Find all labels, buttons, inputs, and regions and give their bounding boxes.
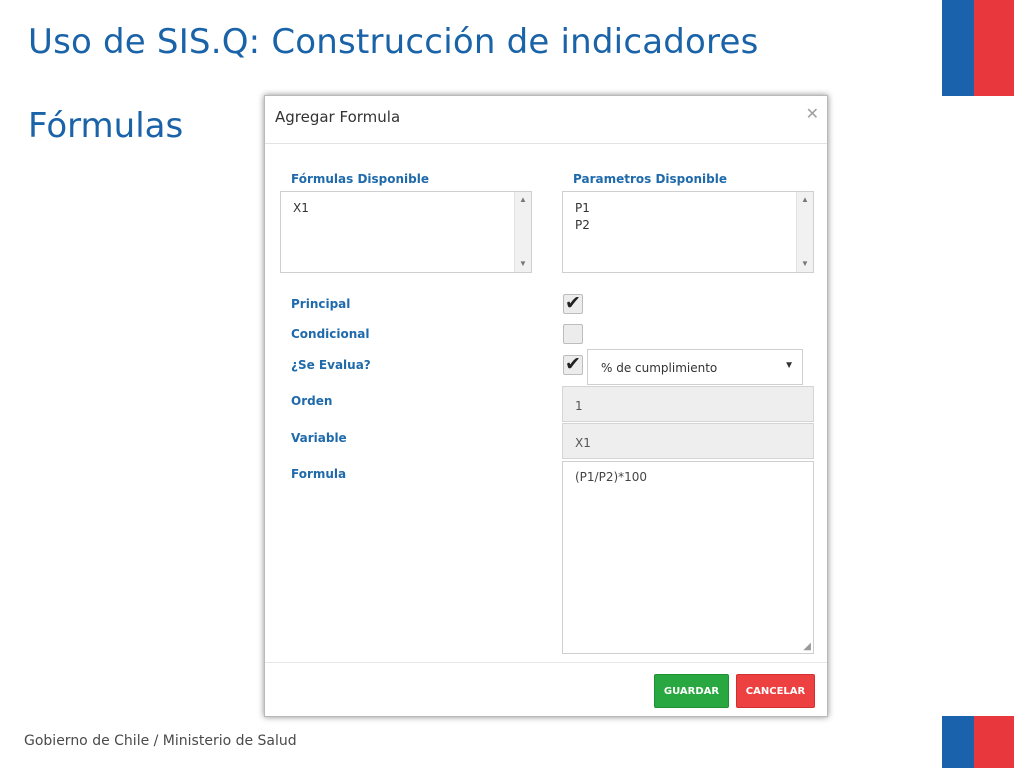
modal-title: Agregar Formula	[275, 108, 401, 126]
cancelar-button[interactable]: CANCELAR	[736, 674, 815, 708]
slide-subtitle: Fórmulas	[28, 106, 184, 146]
se-evalua-label: ¿Se Evalua?	[291, 358, 371, 372]
resize-grip-icon[interactable]: ◢	[803, 641, 811, 652]
variable-label: Variable	[291, 431, 347, 445]
slide-title: Uso de SIS.Q: Construcción de indicadore…	[28, 22, 759, 62]
chile-flag-logo-top	[942, 0, 1014, 96]
parametro-list-item[interactable]: P1	[575, 200, 590, 217]
condicional-checkbox[interactable]: ✔	[563, 324, 583, 344]
select-value: % de cumplimiento	[601, 361, 718, 375]
guardar-button[interactable]: GUARDAR	[654, 674, 729, 708]
scroll-down-icon[interactable]: ▼	[519, 259, 527, 268]
condicional-label: Condicional	[291, 327, 370, 341]
chile-flag-logo-bottom	[942, 716, 1014, 768]
variable-value: X1	[575, 436, 591, 450]
scroll-down-icon[interactable]: ▼	[801, 259, 809, 268]
scroll-up-icon[interactable]: ▲	[519, 195, 527, 204]
modal-header: Agregar Formula ✕	[265, 96, 827, 144]
close-icon[interactable]: ✕	[806, 104, 819, 124]
formula-value: (P1/P2)*100	[575, 470, 648, 484]
formulas-scrollbar[interactable]: ▲ ▼	[514, 192, 531, 272]
principal-label: Principal	[291, 297, 351, 311]
agregar-formula-dialog: Agregar Formula ✕ Fórmulas Disponible X1…	[264, 95, 828, 717]
se-evalua-checkbox[interactable]: ✔	[563, 354, 583, 375]
formulas-disponible-list[interactable]: X1 ▲ ▼	[280, 191, 532, 273]
parametros-disponible-list[interactable]: P1 P2 ▲ ▼	[562, 191, 814, 273]
formula-label: Formula	[291, 467, 347, 481]
variable-field[interactable]: X1	[562, 423, 814, 459]
orden-value: 1	[575, 399, 583, 413]
orden-label: Orden	[291, 394, 333, 408]
formula-textarea[interactable]: (P1/P2)*100 ◢	[562, 461, 814, 654]
scroll-up-icon[interactable]: ▲	[801, 195, 809, 204]
footer-text: Gobierno de Chile / Ministerio de Salud	[24, 733, 297, 749]
check-icon: ✔	[565, 293, 581, 314]
formula-list-item[interactable]: X1	[293, 200, 309, 217]
formulas-disponible-label: Fórmulas Disponible	[291, 172, 429, 186]
check-icon: ✔	[565, 354, 581, 375]
dropdown-arrow-icon[interactable]: ▼	[784, 360, 794, 371]
parametros-disponible-label: Parametros Disponible	[573, 172, 727, 186]
parametro-list-item[interactable]: P2	[575, 217, 590, 234]
principal-checkbox[interactable]: ✔	[563, 293, 583, 314]
parametros-scrollbar[interactable]: ▲ ▼	[796, 192, 813, 272]
orden-field[interactable]: 1	[562, 386, 814, 422]
evaluacion-type-select[interactable]: % de cumplimiento ▼	[587, 349, 803, 385]
formulas-items: X1	[293, 200, 309, 217]
modal-footer-divider	[265, 662, 827, 663]
parametros-items: P1 P2	[575, 200, 590, 234]
